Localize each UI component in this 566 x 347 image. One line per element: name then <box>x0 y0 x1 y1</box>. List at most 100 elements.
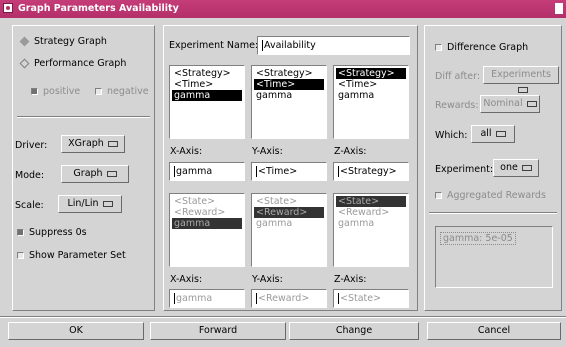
scale-label: Scale: <box>15 200 44 211</box>
list-item-selected[interactable]: <Reward> <box>254 207 324 218</box>
reward-z-axis-value: <State> <box>340 293 382 304</box>
checkbox-icon <box>435 192 442 199</box>
list-item[interactable]: <Strategy> <box>172 68 242 79</box>
list-item[interactable]: <Time> <box>336 79 406 90</box>
checkbox-icon <box>17 229 24 236</box>
driver-value: XGraph <box>68 138 104 149</box>
checkbox-icon <box>31 88 38 95</box>
show-parameter-set-checkbox[interactable]: Show Parameter Set <box>17 250 126 261</box>
reward-y-axis-list[interactable]: <State> <Reward> gamma <box>251 193 327 267</box>
strategy-graph-radio[interactable]: Strategy Graph <box>19 36 107 47</box>
performance-graph-label: Performance Graph <box>34 58 127 69</box>
performance-graph-radio[interactable]: Performance Graph <box>19 58 127 69</box>
list-item-selected[interactable]: <Time> <box>254 79 324 90</box>
change-button[interactable]: Change <box>289 322 419 340</box>
list-item[interactable]: gamma <box>254 90 324 101</box>
experiment-name-value: Availability <box>264 40 316 51</box>
forward-button[interactable]: Forward <box>150 322 286 340</box>
list-item-selected[interactable]: <Strategy> <box>336 68 406 79</box>
text-caret <box>256 293 257 304</box>
right-panel: Difference Graph Diff after: Experiments… <box>424 25 562 311</box>
reward-x-axis-input[interactable]: gamma <box>169 289 245 308</box>
x-axis-list[interactable]: <Strategy> <Time> gamma <box>169 65 245 139</box>
experiment-select[interactable]: one <box>493 159 539 177</box>
reward-x-axis-value: gamma <box>176 293 213 304</box>
window-title: Graph Parameters Availability <box>18 3 179 14</box>
y-axis-list[interactable]: <Strategy> <Time> gamma <box>251 65 327 139</box>
list-item[interactable]: <State> <box>172 196 242 207</box>
diff-after-select[interactable]: Experiments <box>483 66 559 93</box>
checkbox-icon <box>17 252 24 259</box>
z-axis-input[interactable]: <Strategy> <box>333 162 409 181</box>
negative-label: negative <box>107 86 149 97</box>
list-item[interactable]: <Reward> <box>336 207 406 218</box>
reward-y-axis-label: Y-Axis: <box>252 274 283 285</box>
checkbox-icon <box>95 88 102 95</box>
cancel-button[interactable]: Cancel <box>427 322 561 340</box>
list-item[interactable]: gamma <box>336 218 406 229</box>
show-parameter-set-label: Show Parameter Set <box>29 250 126 261</box>
radio-unselected-icon <box>19 58 30 69</box>
list-item[interactable]: gamma <box>336 90 406 101</box>
rewards-select[interactable]: Nominal <box>480 95 540 113</box>
x-axis-input[interactable]: gamma <box>169 162 245 181</box>
text-caret <box>338 166 339 177</box>
aggregated-rewards-checkbox[interactable]: Aggregated Rewards <box>435 190 546 201</box>
positive-checkbox[interactable]: positive <box>31 86 80 97</box>
which-select[interactable]: all <box>471 125 515 143</box>
list-item[interactable]: <State> <box>254 196 324 207</box>
mode-select[interactable]: Graph <box>61 165 129 183</box>
text-caret <box>338 293 339 304</box>
z-axis-label: Z-Axis: <box>334 146 367 157</box>
experiment-label: Experiment: <box>435 164 494 175</box>
y-axis-label: Y-Axis: <box>252 146 283 157</box>
option-menu-icon <box>526 100 537 107</box>
reward-z-axis-input[interactable]: <State> <box>333 289 409 308</box>
option-menu-icon <box>495 130 506 137</box>
scale-select[interactable]: Lin/Lin <box>58 195 122 213</box>
left-divider <box>17 116 150 118</box>
parameter-set-text: gamma: 5e-05 <box>440 232 516 245</box>
experiment-name-input[interactable]: Availability <box>257 36 410 55</box>
y-axis-input[interactable]: <Time> <box>251 162 327 181</box>
reward-z-axis-list[interactable]: <State> <Reward> gamma <box>333 193 409 267</box>
window-menu-icon[interactable] <box>3 3 13 13</box>
left-panel: Strategy Graph Performance Graph positiv… <box>12 25 155 311</box>
z-axis-list[interactable]: <Strategy> <Time> gamma <box>333 65 409 139</box>
suppress-zeros-checkbox[interactable]: Suppress 0s <box>17 227 87 238</box>
checkbox-icon <box>435 44 442 51</box>
option-menu-icon <box>107 140 118 147</box>
text-caret <box>174 293 175 304</box>
scale-value: Lin/Lin <box>67 198 99 209</box>
parameter-set-box: gamma: 5e-05 <box>435 226 553 288</box>
diff-after-label: Diff after: <box>435 71 481 82</box>
list-item[interactable]: <Strategy> <box>254 68 324 79</box>
rewards-value: Nominal <box>483 98 523 109</box>
right-divider <box>429 212 557 214</box>
list-item[interactable]: <Time> <box>172 79 242 90</box>
experiment-name-label: Experiment Name: <box>169 40 259 51</box>
window-title-bar[interactable]: Graph Parameters Availability <box>0 0 566 18</box>
difference-graph-checkbox[interactable]: Difference Graph <box>435 42 528 53</box>
diff-after-value: Experiments <box>491 69 551 80</box>
driver-select[interactable]: XGraph <box>61 135 125 153</box>
x-axis-label: X-Axis: <box>170 146 203 157</box>
list-item[interactable]: <Reward> <box>172 207 242 218</box>
list-item-selected[interactable]: gamma <box>172 90 242 101</box>
rewards-label: Rewards: <box>435 100 479 111</box>
strategy-graph-label: Strategy Graph <box>34 36 107 47</box>
mode-label: Mode: <box>15 170 45 181</box>
list-item-selected[interactable]: <State> <box>336 196 406 207</box>
reward-y-axis-value: <Reward> <box>258 293 310 304</box>
ok-button[interactable]: OK <box>8 322 144 340</box>
radio-selected-icon <box>19 36 30 47</box>
negative-checkbox[interactable]: negative <box>95 86 149 97</box>
reward-y-axis-input[interactable]: <Reward> <box>251 289 327 308</box>
reward-x-axis-list[interactable]: <State> <Reward> gamma <box>169 193 245 267</box>
option-menu-icon <box>102 200 113 207</box>
reward-x-axis-label: X-Axis: <box>170 274 203 285</box>
list-item-selected[interactable]: gamma <box>172 218 242 229</box>
window-resize-icon[interactable] <box>555 3 563 14</box>
list-item[interactable]: gamma <box>254 218 324 229</box>
text-caret <box>174 166 175 177</box>
